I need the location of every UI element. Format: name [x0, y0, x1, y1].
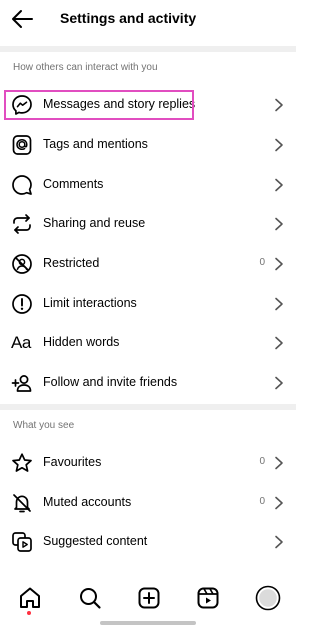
divider [0, 404, 296, 410]
share-reuse-icon [11, 213, 33, 235]
limit-icon [11, 293, 33, 315]
back-arrow-icon[interactable] [10, 7, 36, 31]
create-icon[interactable] [136, 585, 162, 611]
section-header-interact: How others can interact with you [13, 62, 158, 73]
menu-item-label: Muted accounts [43, 495, 132, 509]
menu-item-label: Follow and invite friends [43, 375, 178, 389]
chevron-right-icon [274, 336, 284, 350]
add-person-icon [11, 372, 33, 394]
home-icon[interactable] [17, 585, 43, 615]
star-icon [11, 452, 33, 474]
page-title: Settings and activity [60, 10, 197, 26]
menu-item-label: Suggested content [43, 534, 148, 548]
menu-item-label: Limit interactions [43, 296, 137, 310]
menu-item-label: Favourites [43, 455, 102, 469]
chevron-right-icon [274, 257, 284, 271]
chevron-right-icon [274, 217, 284, 231]
menu-item-sharing[interactable]: Sharing and reuse [0, 204, 296, 242]
home-indicator [100, 621, 196, 625]
hidden-words-glyph: Aa [11, 333, 31, 352]
highlight-box [4, 90, 194, 120]
menu-item-label: Restricted [43, 256, 100, 270]
comment-icon [11, 174, 33, 196]
search-icon[interactable] [77, 585, 103, 611]
menu-item-label: Comments [43, 177, 104, 191]
chevron-right-icon [274, 98, 284, 112]
chevron-right-icon [274, 456, 284, 470]
chevron-right-icon [274, 496, 284, 510]
menu-item-suggested[interactable]: Suggested content [0, 522, 296, 560]
chevron-right-icon [274, 138, 284, 152]
divider [0, 46, 296, 52]
menu-item-follow-invite[interactable]: Follow and invite friends [0, 363, 296, 401]
menu-item-label: Sharing and reuse [43, 216, 146, 230]
menu-item-muted[interactable]: Muted accounts 0 [0, 483, 296, 521]
menu-item-restricted[interactable]: Restricted 0 [0, 244, 296, 282]
at-sign-icon [11, 134, 33, 156]
menu-item-favourites[interactable]: Favourites 0 [0, 443, 296, 481]
section-header-see: What you see [13, 420, 75, 431]
menu-item-hidden-words[interactable]: Aa Hidden words [0, 323, 296, 361]
notification-dot [27, 611, 31, 615]
top-bar: Settings and activity [0, 0, 296, 40]
chevron-right-icon [274, 535, 284, 549]
reels-icon[interactable] [195, 585, 221, 611]
muted-bell-icon [11, 492, 33, 514]
menu-item-label: Hidden words [43, 335, 120, 349]
restricted-icon [11, 253, 33, 275]
menu-item-count: 0 [259, 456, 265, 467]
chevron-right-icon [274, 178, 284, 192]
chevron-right-icon [274, 297, 284, 311]
menu-item-tags[interactable]: Tags and mentions [0, 125, 296, 163]
menu-item-count: 0 [259, 257, 265, 268]
chevron-right-icon [274, 376, 284, 390]
menu-item-comments[interactable]: Comments [0, 165, 296, 203]
profile-avatar[interactable] [255, 585, 281, 611]
menu-item-count: 0 [259, 496, 265, 507]
hidden-words-icon: Aa [11, 332, 33, 354]
suggested-content-icon [11, 531, 33, 553]
menu-item-limit[interactable]: Limit interactions [0, 284, 296, 322]
menu-item-label: Tags and mentions [43, 137, 148, 151]
